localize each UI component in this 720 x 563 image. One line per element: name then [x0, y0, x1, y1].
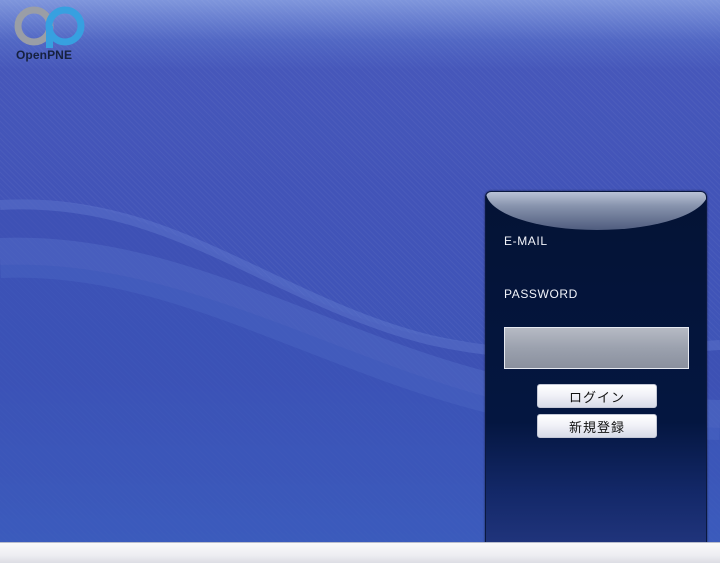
logo-mark-icon [14, 6, 85, 48]
login-panel: E-MAIL PASSWORD ログイン 新規登録 [485, 191, 707, 551]
login-page: OpenPNE E-MAIL PASSWORD ログイン 新規登録 [0, 0, 720, 563]
logo-text: OpenPNE [16, 48, 73, 62]
panel-header [486, 192, 706, 230]
password-input[interactable] [504, 327, 689, 369]
password-label: PASSWORD [504, 287, 578, 301]
login-button[interactable]: ログイン [537, 384, 657, 408]
openpne-logo: OpenPNE [14, 6, 92, 64]
email-label: E-MAIL [504, 234, 548, 248]
bottom-bar [0, 542, 720, 563]
register-button[interactable]: 新規登録 [537, 414, 657, 438]
